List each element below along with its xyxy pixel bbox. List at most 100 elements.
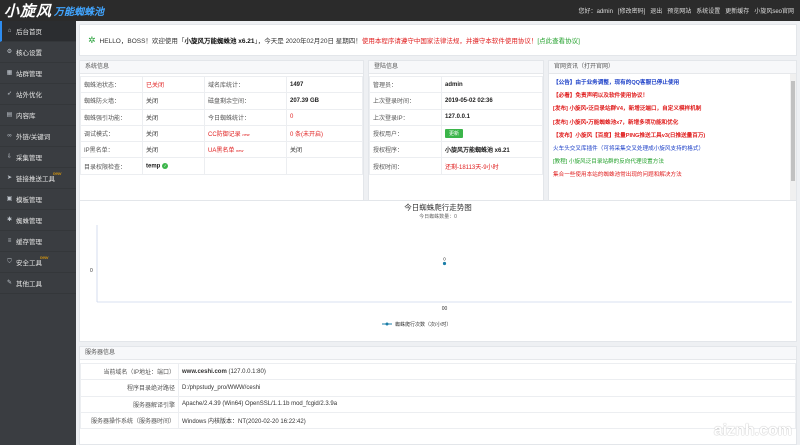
login-info-table: 管理员： admin 上次登录时间： 2019-05-02 02:36 上次登录IP…: [369, 75, 543, 175]
table-row: 目录权限检查： temp ✓: [80, 157, 363, 175]
label-os: 服务器操作系统（服务器时间）: [80, 411, 179, 430]
value-dir-perm: temp ✓: [142, 157, 205, 175]
sidebar-item-label: 核心设置: [16, 50, 42, 57]
table-row: 管理员： admin: [369, 75, 543, 94]
label-ua-blacklist[interactable]: UA黑名单 new: [204, 141, 287, 159]
sidebar-item[interactable]: ➤ 链接推送工具 new: [0, 168, 76, 189]
template-icon: ▣: [6, 195, 13, 202]
label-path: 程序目录绝对路径: [80, 379, 179, 397]
change-password-link[interactable]: [修改密码]: [618, 6, 645, 15]
sidebar-item[interactable]: ≡ 缓存管理: [0, 231, 76, 252]
table-row: 调试模式： 关闭 CC防御记录 new 0 条(未开启): [80, 124, 363, 143]
value-engine: Apache/2.4.39 (Win64) OpenSSL/1.1.1b mod…: [178, 395, 796, 413]
value-spider-status: 已关闭: [142, 75, 205, 94]
rocket-icon: ➶: [6, 90, 13, 97]
gear-icon: ✲: [88, 34, 96, 45]
sidebar-item-label: 后台首页: [16, 29, 42, 36]
value-domain-count: 1497: [286, 75, 363, 94]
label-domain: 当前域名（IP地址：端口）: [80, 362, 179, 381]
news-title[interactable]: 官网资讯（打开官网）: [549, 61, 796, 74]
news-item[interactable]: [发布] 小旋风•泛目录站群V4，新增泛端口，自定义模样机制: [553, 103, 792, 116]
news-item[interactable]: 【公告】由于业务调整，现有的QQ客服已停止使用: [553, 77, 792, 90]
server-info-table: 当前域名（IP地址：端口） www.ceshi.com (127.0.0.1:80…: [80, 362, 796, 430]
logo[interactable]: 小旋风 万能蜘蛛池: [4, 1, 104, 20]
value-cc-defense: 0 条(未开启): [286, 124, 363, 143]
label-cc-defense[interactable]: CC防御记录 new: [204, 124, 287, 143]
refresh-cache-link[interactable]: 更新缓存: [725, 6, 749, 15]
tool-icon: ✎: [6, 279, 13, 286]
sidebar-item[interactable]: ✎ 其他工具: [0, 273, 76, 294]
sidebar-item-label: 安全工具: [16, 260, 42, 267]
product-name: 小旋风万能蜘蛛池 x6.21: [184, 38, 255, 45]
news-item[interactable]: [教程] 小旋风泛目录站群的反向代理设置方法: [553, 156, 792, 169]
sidebar-item-label: 站群管理: [16, 71, 42, 78]
download-icon: ⇩: [6, 153, 13, 160]
sidebar-item[interactable]: ▤ 内容库: [0, 105, 76, 126]
sidebar-item-label: 站外优化: [16, 92, 42, 99]
home-icon: ⌂: [7, 27, 12, 34]
login-info-title: 登陆信息: [369, 61, 543, 74]
logout-link[interactable]: 退出: [650, 6, 662, 15]
sidebar-item[interactable]: ⛉ 安全工具 new: [0, 252, 76, 273]
grid-icon: ▦: [6, 69, 13, 76]
value-ip-blacklist: 关闭: [142, 141, 205, 159]
official-site-link[interactable]: 小旋风seo官网: [754, 6, 794, 15]
spider-icon: ✱: [6, 216, 13, 223]
logo-text: 小旋风: [4, 2, 53, 20]
sidebar: ⌂ 后台首页 ⚙ 核心设置 ▦ 站群管理 ➶ 站外优化 ▤ 内容库 ∞ 外链/关键词 ⇩ 采集管理 ➤ 链接推…: [0, 21, 76, 445]
x-tick-label: 00: [442, 306, 448, 312]
news-item[interactable]: 【必看】免责声明以及软件使用协议！: [553, 90, 792, 103]
new-badge: new: [40, 255, 49, 260]
preview-site-link[interactable]: 预览网站: [667, 6, 691, 15]
news-item[interactable]: 【发布】小旋风【百度】批量PING推送工具v3(日推送量百万): [553, 130, 792, 143]
value-admin: admin: [441, 75, 543, 94]
sidebar-item[interactable]: ▦ 站群管理: [0, 63, 76, 84]
sidebar-item[interactable]: ∞ 外链/关键词: [0, 126, 76, 147]
new-badge: new: [53, 171, 62, 176]
value-last-login-ip: 127.0.0.1: [441, 108, 543, 126]
value-domain: www.ceshi.com (127.0.0.1:80): [178, 362, 796, 381]
label-license-program: 授权程序：: [369, 141, 442, 159]
value-ua-blacklist: 关闭: [286, 141, 363, 159]
value-debug-mode: 关闭: [142, 124, 205, 143]
news-panel: 官网资讯（打开官网） 【公告】由于业务调整，现有的QQ客服已停止使用 【必看】免责…: [548, 60, 797, 220]
label-domain-count: 域名库统计：: [204, 75, 287, 94]
news-scrollbar[interactable]: [790, 74, 796, 219]
value-license-time: 还剩-18113天-9小时: [441, 157, 543, 175]
book-icon: ▤: [6, 111, 13, 118]
table-row: 蜘蛛池状态： 已关闭 域名库统计： 1497: [80, 75, 363, 94]
database-icon: ≡: [7, 237, 12, 244]
table-row: 当前域名（IP地址：端口） www.ceshi.com (127.0.0.1:80…: [80, 362, 796, 381]
value-last-login-time: 2019-05-02 02:36: [441, 92, 543, 110]
value-today-spiders: 0: [286, 108, 363, 126]
system-info-title: 系统信息: [80, 61, 363, 74]
label-last-login-time: 上次登录时间：: [369, 92, 442, 110]
sidebar-item[interactable]: ⚙ 核心设置: [0, 42, 76, 63]
gear-icon: ⚙: [6, 48, 13, 55]
sidebar-item-label: 缓存管理: [16, 239, 42, 246]
watermark: aiznh.com: [713, 422, 792, 439]
table-row: 上次登录IP： 127.0.0.1: [369, 108, 543, 126]
label-ip-blacklist: IP黑名单：: [80, 141, 143, 159]
news-item[interactable]: [发布] 小旋风•万能蜘蛛池x7，新增多项功能和优化: [553, 117, 792, 130]
sidebar-item[interactable]: ➶ 站外优化: [0, 84, 76, 105]
news-item[interactable]: 火车头交叉库插件（可将采集交叉处理成小旋风支持的格式）: [553, 143, 792, 156]
login-info-panel: 登陆信息 管理员： admin 上次登录时间： 2019-05-02 02:36 上…: [368, 60, 544, 220]
system-settings-link[interactable]: 系统设置: [696, 6, 720, 15]
sidebar-item[interactable]: ⇩ 采集管理: [0, 147, 76, 168]
label-disk-space: 磁盘剩余空间：: [204, 92, 287, 110]
value-os: Windows 内核版本：NT(2020-02-20 16:22:42): [178, 411, 796, 430]
label-debug-mode: 调试模式：: [80, 124, 143, 143]
main-content: ✲ HELLO，BOSS！欢迎使用「 小旋风万能蜘蛛池 x6.21 」，今天是 …: [79, 24, 797, 445]
sidebar-item[interactable]: ✱ 蜘蛛管理: [0, 210, 76, 231]
sidebar-item[interactable]: ⌂ 后台首页: [0, 21, 76, 42]
label-license-user: 授权用户：: [369, 124, 442, 143]
chart-legend[interactable]: 蜘蛛爬行次数（次/小时）: [382, 321, 451, 328]
label-admin: 管理员：: [369, 75, 442, 94]
link-icon: ∞: [7, 132, 12, 139]
server-info-panel: 服务器信息 当前域名（IP地址：端口） www.ceshi.com (127.0.…: [79, 346, 797, 445]
news-item[interactable]: 集合一些使用本站的蜘蛛池常出现的问题和解决方法: [553, 169, 792, 182]
sidebar-item[interactable]: ▣ 模板管理: [0, 189, 76, 210]
update-button[interactable]: 更新: [445, 129, 464, 139]
agreement-link[interactable]: [点此查看协议]: [537, 35, 580, 45]
